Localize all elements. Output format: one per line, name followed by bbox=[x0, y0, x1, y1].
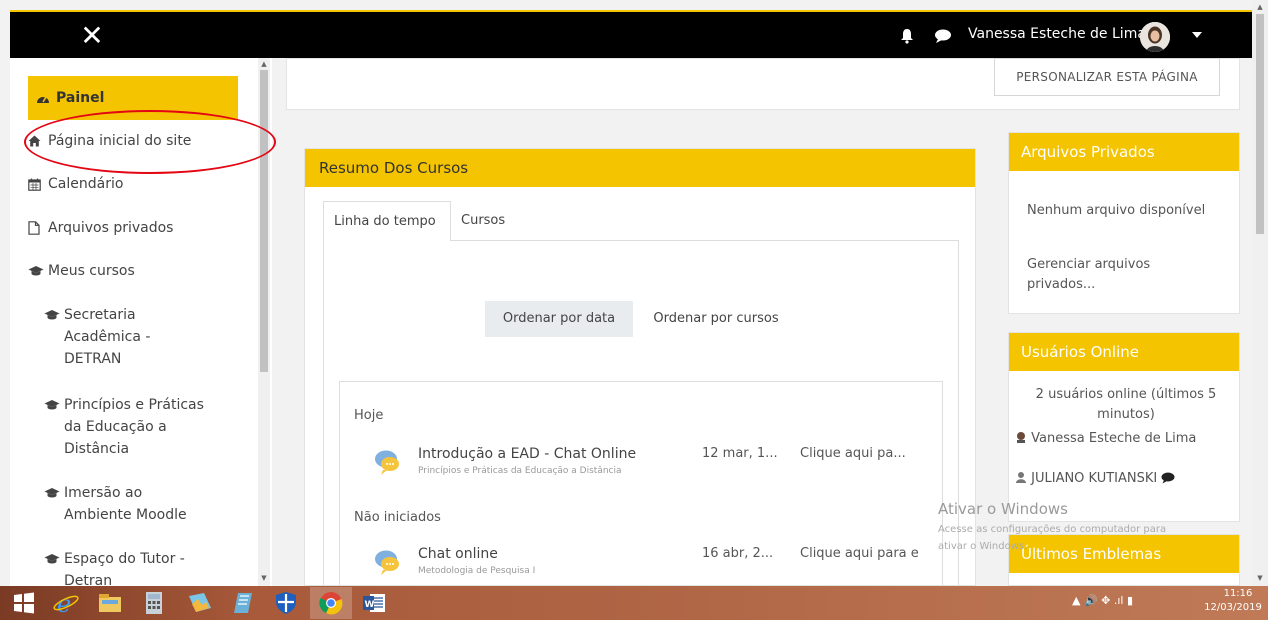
security-shield-icon[interactable] bbox=[272, 590, 300, 616]
graduation-cap-icon bbox=[44, 394, 64, 416]
red-annotation-ellipse bbox=[24, 110, 276, 174]
windows-activation-title: Ativar o Windows bbox=[938, 500, 1068, 518]
event-title-link[interactable]: Chat online bbox=[418, 546, 498, 562]
close-drawer-button[interactable]: ✕ bbox=[76, 20, 108, 52]
windows-taskbar: e W ▲ 🔊 ✥ .ıl ▮ 11:16 12/03/2019 bbox=[0, 586, 1268, 620]
sidebar-item-my-courses[interactable]: Meus cursos bbox=[28, 260, 238, 282]
dashboard-icon bbox=[36, 87, 56, 109]
course-overview-title: Resumo Dos Cursos bbox=[305, 149, 975, 187]
latest-badges-block: Últimos Emblemas bbox=[1008, 534, 1240, 586]
user-icon bbox=[1016, 472, 1026, 483]
event-date: 16 abr, 2... bbox=[702, 546, 774, 561]
clock-date[interactable]: 12/03/2019 bbox=[1200, 602, 1266, 613]
no-files-text: Nenhum arquivo disponível bbox=[1027, 203, 1206, 218]
course-overview-block: Resumo Dos Cursos Linha do tempo Cursos … bbox=[304, 148, 976, 586]
list-item: Chat online Metodologia de Pesquisa I 16… bbox=[374, 546, 934, 585]
event-action-link[interactable]: Clique aqui pa... bbox=[800, 446, 906, 461]
notepad-icon[interactable] bbox=[230, 590, 258, 616]
online-users-title: Usuários Online bbox=[1009, 333, 1239, 371]
chat-bubble-icon bbox=[375, 550, 399, 575]
list-item[interactable]: Vanessa Esteche de Lima bbox=[1015, 429, 1225, 449]
sidebar-item-label: Calendário bbox=[48, 176, 124, 192]
scroll-up-icon[interactable]: ▲ bbox=[260, 60, 268, 68]
private-files-block: Arquivos Privados Nenhum arquivo disponí… bbox=[1008, 132, 1240, 314]
graduation-cap-icon bbox=[44, 304, 64, 326]
online-user-name: JULIANO KUTIANSKI bbox=[1031, 471, 1158, 486]
avatar[interactable] bbox=[1140, 22, 1170, 52]
svg-text:W: W bbox=[365, 600, 375, 610]
sidebar-item-label: Secretaria Acadêmica - DETRAN bbox=[64, 307, 151, 367]
windows-start-icon[interactable] bbox=[10, 590, 38, 616]
scroll-down-icon[interactable]: ▼ bbox=[1256, 574, 1264, 582]
internet-explorer-icon[interactable]: e bbox=[52, 590, 80, 616]
sidebar-item-label: Arquivos privados bbox=[48, 220, 174, 236]
sidebar-item-label: Painel bbox=[56, 90, 105, 106]
sidebar-course-imersao[interactable]: Imersão ao Ambiente Moodle bbox=[44, 482, 238, 526]
bell-icon[interactable] bbox=[900, 28, 914, 44]
event-title-link[interactable]: Introdução a EAD - Chat Online bbox=[418, 446, 636, 462]
sidebar-course-principios[interactable]: Princípios e Práticas da Educação a Dist… bbox=[44, 394, 238, 460]
scroll-up-icon[interactable]: ▲ bbox=[1256, 3, 1264, 11]
list-item: Introdução a EAD - Chat Online Princípio… bbox=[374, 446, 934, 486]
private-files-title: Arquivos Privados bbox=[1009, 133, 1239, 171]
chevron-down-icon[interactable] bbox=[1192, 32, 1202, 38]
clock-time[interactable]: 11:16 bbox=[1212, 588, 1264, 599]
chat-bubble-icon bbox=[375, 450, 399, 475]
event-course-name: Metodologia de Pesquisa I bbox=[418, 566, 536, 576]
tab-courses[interactable]: Cursos bbox=[451, 201, 531, 241]
sidebar-item-calendar[interactable]: Calendário bbox=[28, 173, 238, 195]
file-explorer-icon[interactable] bbox=[96, 590, 124, 616]
user-avatar-icon bbox=[1017, 432, 1025, 443]
tab-timeline[interactable]: Linha do tempo bbox=[323, 201, 451, 241]
latest-badges-title: Últimos Emblemas bbox=[1009, 535, 1239, 573]
sort-by-date-button[interactable]: Ordenar por data bbox=[485, 301, 633, 337]
group-label-not-started: Não iniciados bbox=[354, 510, 441, 525]
online-users-block: Usuários Online 2 usuários online (últim… bbox=[1008, 332, 1240, 522]
calendar-icon bbox=[28, 173, 48, 195]
top-navbar: ✕ Vanessa Esteche de Lima bbox=[10, 10, 1252, 58]
user-name[interactable]: Vanessa Esteche de Lima bbox=[968, 24, 1146, 44]
sidebar-scrollbar-thumb[interactable] bbox=[260, 70, 268, 372]
sort-by-course-button[interactable]: Ordenar por cursos bbox=[641, 301, 791, 337]
sidebar-item-label: Espaço do Tutor - Detran bbox=[64, 551, 185, 586]
chrome-icon[interactable] bbox=[317, 590, 345, 616]
photos-icon[interactable] bbox=[186, 590, 214, 616]
sidebar-course-espaco-tutor[interactable]: Espaço do Tutor - Detran bbox=[44, 548, 238, 586]
chat-icon[interactable] bbox=[934, 28, 952, 44]
sidebar-item-private-files[interactable]: Arquivos privados bbox=[28, 217, 238, 239]
windows-activation-text: Acesse as configurações do computador pa… bbox=[938, 524, 1167, 535]
system-tray[interactable]: ▲ 🔊 ✥ .ıl ▮ bbox=[1072, 594, 1133, 607]
online-users-summary: 2 usuários online (últimos 5 minutos) bbox=[1035, 387, 1217, 422]
customize-page-button[interactable]: PERSONALIZAR ESTA PÁGINA bbox=[994, 58, 1220, 96]
page-scrollbar[interactable]: ▲ ▼ bbox=[1252, 0, 1268, 586]
graduation-cap-icon bbox=[28, 260, 48, 282]
calculator-icon[interactable] bbox=[140, 590, 168, 616]
scroll-down-icon[interactable]: ▼ bbox=[260, 574, 268, 582]
list-item[interactable]: JULIANO KUTIANSKI bbox=[1015, 469, 1239, 489]
event-date: 12 mar, 1... bbox=[702, 446, 778, 461]
graduation-cap-icon bbox=[44, 482, 64, 504]
sidebar-course-secretaria[interactable]: Secretaria Acadêmica - DETRAN bbox=[44, 304, 238, 370]
sidebar-item-label: Princípios e Práticas da Educação a Dist… bbox=[64, 397, 204, 457]
graduation-cap-icon bbox=[44, 548, 64, 570]
message-icon[interactable] bbox=[1161, 472, 1175, 484]
manage-files-link[interactable]: Gerenciar arquivos privados... bbox=[1027, 255, 1187, 295]
event-action-link[interactable]: Clique aqui para e bbox=[800, 546, 919, 561]
tab-bar: Linha do tempo Cursos bbox=[323, 201, 959, 241]
event-course-name: Princípios e Práticas da Educação a Dist… bbox=[418, 466, 622, 476]
page-scrollbar-thumb[interactable] bbox=[1256, 14, 1264, 234]
windows-activation-text: ativar o Windows. bbox=[938, 541, 1028, 552]
file-icon bbox=[28, 217, 48, 239]
sidebar-item-label: Imersão ao Ambiente Moodle bbox=[64, 485, 187, 523]
online-user-name: Vanessa Esteche de Lima bbox=[1031, 431, 1197, 446]
timeline-event-list: Hoje Introdução a EAD - Chat Online Prin… bbox=[339, 381, 943, 585]
word-icon[interactable]: W bbox=[360, 590, 388, 616]
group-label-today: Hoje bbox=[354, 408, 384, 423]
sidebar-item-label: Meus cursos bbox=[48, 263, 135, 279]
